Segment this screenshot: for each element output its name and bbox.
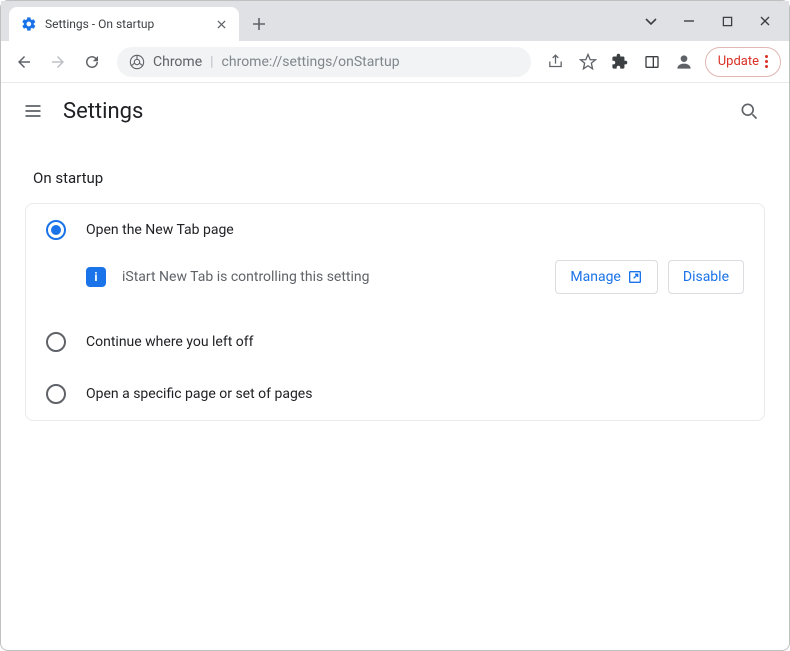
settings-header: Settings — [1, 83, 789, 139]
browser-toolbar: Chrome | chrome://settings/onStartup Upd… — [1, 41, 789, 83]
section-title: On startup — [25, 139, 765, 203]
minimize-button[interactable] — [671, 6, 707, 36]
tab-title: Settings - On startup — [45, 17, 205, 31]
option-new-tab[interactable]: Open the New Tab page — [26, 204, 764, 256]
close-icon[interactable] — [213, 16, 229, 32]
chrome-icon — [129, 54, 145, 70]
profile-icon[interactable] — [669, 47, 699, 77]
option-label: Continue where you left off — [86, 334, 254, 350]
option-continue[interactable]: Continue where you left off — [26, 316, 764, 368]
disable-button[interactable]: Disable — [668, 260, 744, 294]
bookmark-icon[interactable] — [573, 47, 603, 77]
chevron-down-icon[interactable] — [633, 6, 669, 36]
close-button[interactable] — [747, 6, 783, 36]
search-icon[interactable] — [729, 91, 769, 131]
open-external-icon — [627, 269, 643, 285]
omnibox-url: chrome://settings/onStartup — [222, 54, 400, 70]
side-panel-icon[interactable] — [637, 47, 667, 77]
option-label: Open a specific page or set of pages — [86, 386, 312, 402]
maximize-button[interactable] — [709, 6, 745, 36]
startup-card: Open the New Tab page i iStart New Tab i… — [25, 203, 765, 421]
window-controls — [633, 1, 789, 41]
extensions-icon[interactable] — [605, 47, 635, 77]
window-title-bar: Settings - On startup — [1, 1, 789, 41]
new-tab-button[interactable] — [245, 10, 273, 38]
option-label: Open the New Tab page — [86, 222, 234, 238]
more-icon — [765, 55, 768, 68]
extension-app-icon: i — [86, 267, 106, 287]
manage-button[interactable]: Manage — [555, 260, 657, 294]
radio-icon[interactable] — [46, 332, 66, 352]
page-title: Settings — [63, 99, 143, 124]
reload-button[interactable] — [77, 47, 107, 77]
share-icon[interactable] — [541, 47, 571, 77]
update-label: Update — [718, 54, 759, 69]
address-bar[interactable]: Chrome | chrome://settings/onStartup — [117, 47, 531, 77]
browser-tab[interactable]: Settings - On startup — [9, 7, 239, 41]
extension-notice-row: i iStart New Tab is controlling this set… — [26, 256, 764, 316]
back-button[interactable] — [9, 47, 39, 77]
update-button[interactable]: Update — [705, 47, 781, 77]
radio-selected-icon[interactable] — [46, 220, 66, 240]
forward-button[interactable] — [43, 47, 73, 77]
radio-icon[interactable] — [46, 384, 66, 404]
option-specific[interactable]: Open a specific page or set of pages — [26, 368, 764, 420]
menu-icon[interactable] — [21, 99, 45, 123]
settings-content: On startup Open the New Tab page i iStar… — [1, 139, 789, 421]
extension-notice: iStart New Tab is controlling this setti… — [122, 269, 539, 285]
omnibox-prefix: Chrome — [153, 54, 202, 70]
gear-icon — [21, 16, 37, 32]
